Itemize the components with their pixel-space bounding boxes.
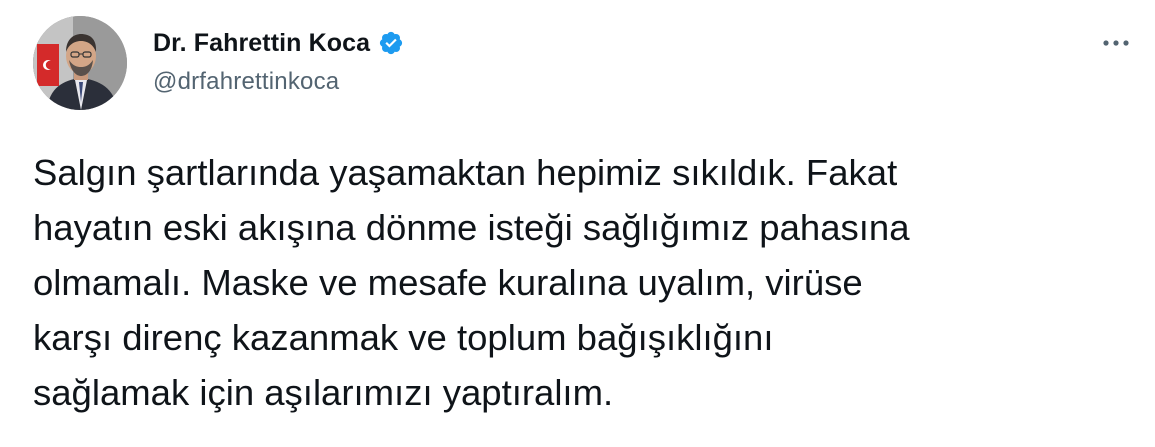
profile-photo-image [33,16,127,110]
more-horizontal-icon [1103,40,1129,46]
more-options-button[interactable] [1096,25,1136,61]
avatar[interactable] [33,16,127,110]
verified-badge-icon [378,30,404,56]
author-handle[interactable]: @drfahrettinkoca [153,68,339,96]
tweet-card: Dr. Fahrettin Koca @drfahrettinkoca Salg… [0,0,1155,447]
tweet-text: Salgın şartlarında yaşamaktan hepimiz sı… [33,152,910,413]
author-display-name[interactable]: Dr. Fahrettin Koca [153,29,370,58]
author-name-row: Dr. Fahrettin Koca [153,26,404,60]
